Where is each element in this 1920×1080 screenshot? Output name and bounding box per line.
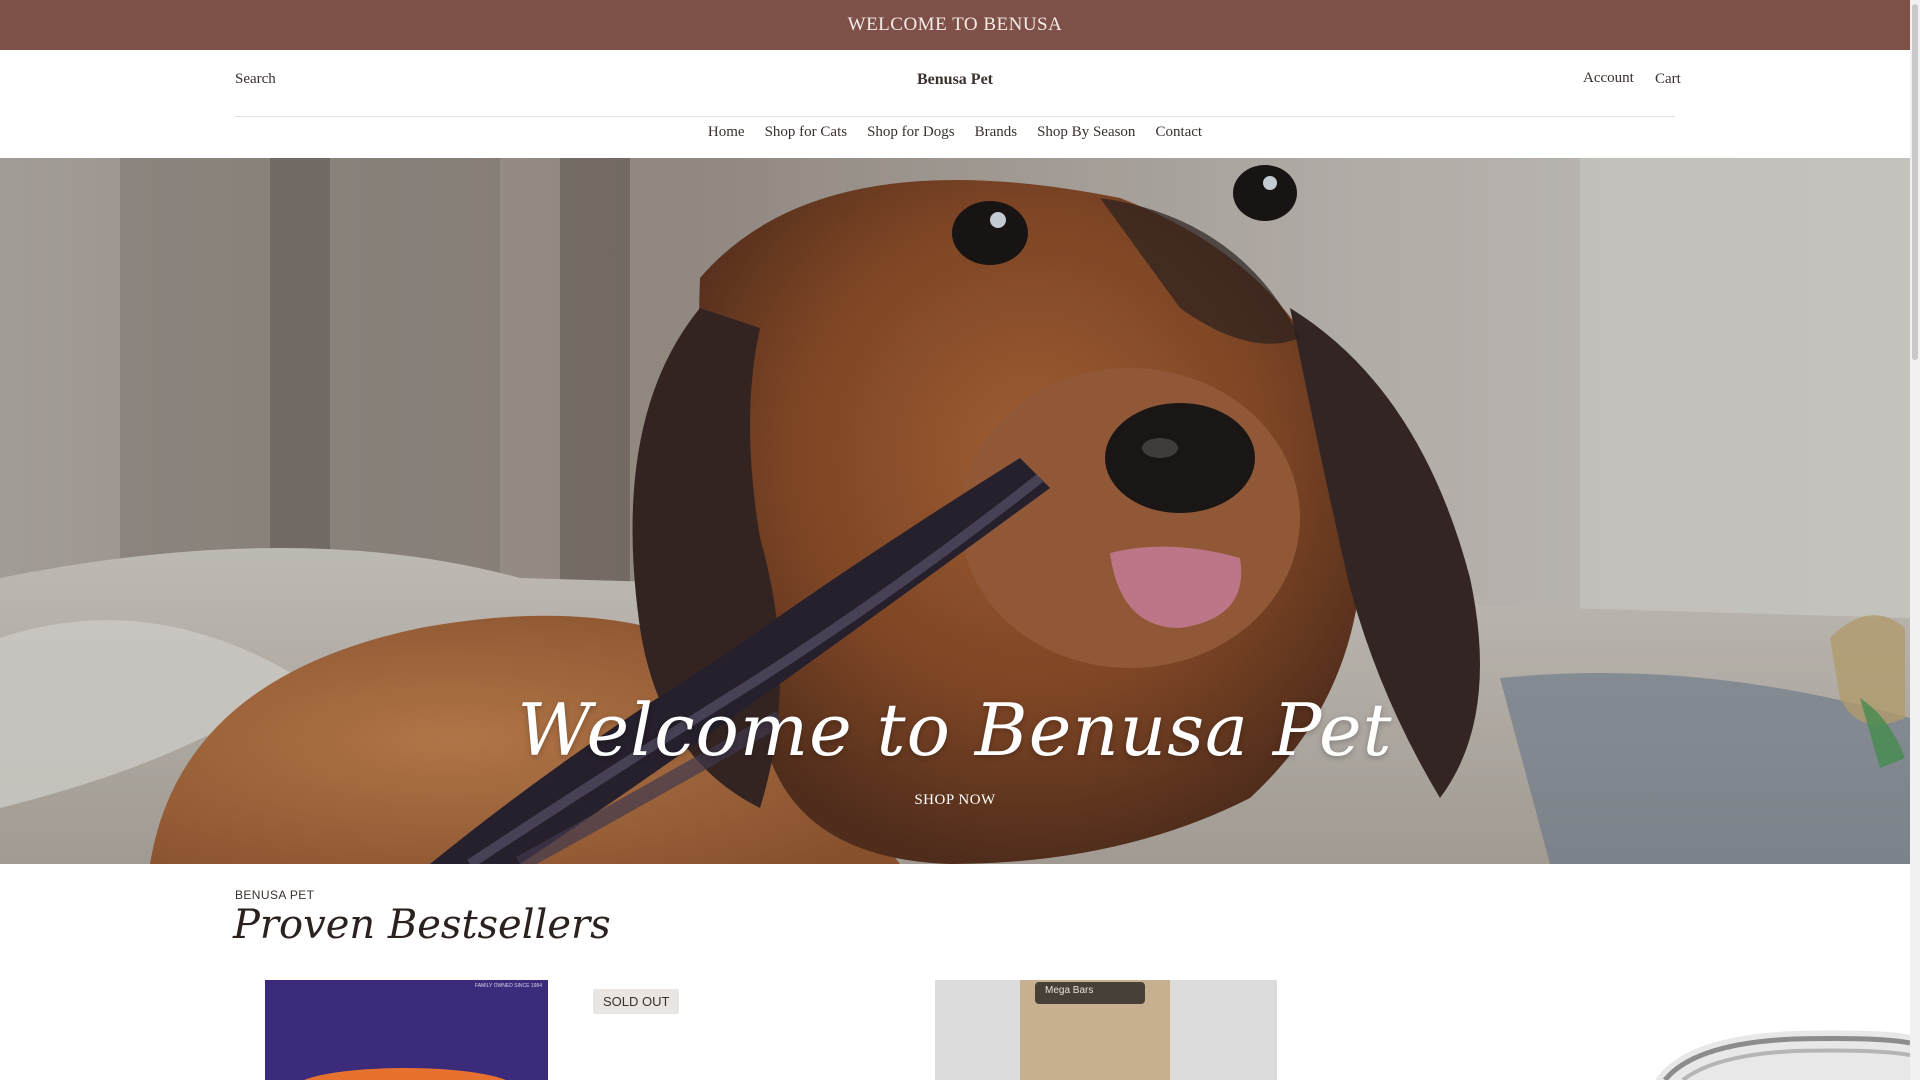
nav-shop-for-dogs[interactable]: Shop for Dogs bbox=[867, 124, 955, 141]
product-card-4[interactable] bbox=[1645, 1025, 1910, 1080]
nav-brands[interactable]: Brands bbox=[975, 124, 1018, 141]
hero-banner[interactable]: Welcome to Benusa Pet SHOP NOW bbox=[0, 158, 1910, 864]
hero-title: Welcome to Benusa Pet bbox=[517, 688, 1393, 772]
package-text: Mega Bars bbox=[1045, 985, 1094, 996]
cart-link[interactable]: Cart bbox=[1655, 71, 1681, 88]
header-divider bbox=[235, 116, 1675, 117]
package-text: FAMILY OWNED SINCE 1984 bbox=[474, 983, 542, 989]
nav-shop-by-season[interactable]: Shop By Season bbox=[1037, 124, 1135, 141]
scrollbar-thumb[interactable] bbox=[1912, 4, 1918, 360]
product-card-2[interactable]: SOLD OUT bbox=[593, 980, 893, 1080]
nav-home[interactable]: Home bbox=[708, 124, 745, 141]
site-header: Search Benusa Pet Account Cart Home Shop… bbox=[0, 50, 1910, 158]
product-card-3[interactable]: Mega Bars bbox=[935, 980, 1277, 1080]
sold-out-badge: SOLD OUT bbox=[593, 989, 680, 1014]
nav-contact[interactable]: Contact bbox=[1155, 124, 1202, 141]
main-nav: Home Shop for Cats Shop for Dogs Brands … bbox=[0, 124, 1910, 141]
account-link[interactable]: Account bbox=[1583, 70, 1634, 87]
announcement-text: WELCOME TO BENUSA bbox=[847, 14, 1063, 35]
product-card-1[interactable]: FAMILY OWNED SINCE 1984 bbox=[265, 980, 548, 1080]
product-bowl-image bbox=[1655, 1030, 1910, 1080]
shop-now-button[interactable]: SHOP NOW bbox=[0, 792, 1910, 809]
announcement-bar: WELCOME TO BENUSA bbox=[0, 0, 1910, 50]
section-title: Proven Bestsellers bbox=[233, 902, 611, 948]
section-eyebrow: BENUSA PET bbox=[235, 888, 315, 902]
nav-shop-for-cats[interactable]: Shop for Cats bbox=[765, 124, 848, 141]
page-scrollbar[interactable] bbox=[1910, 0, 1920, 1080]
package-graphic bbox=[295, 1068, 515, 1080]
